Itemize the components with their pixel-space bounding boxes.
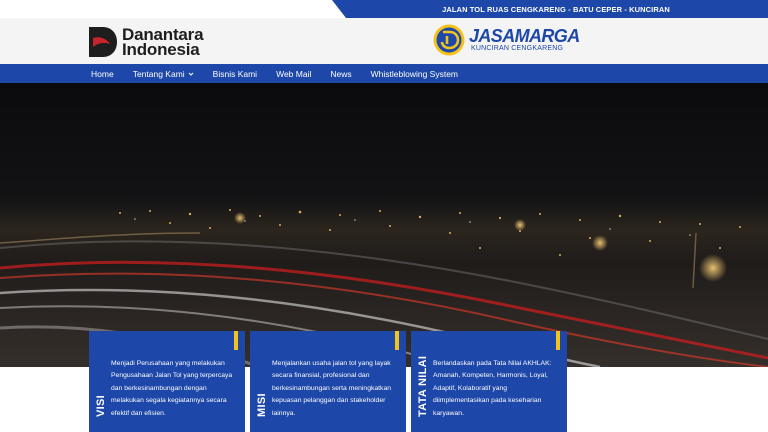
danantara-logo[interactable]: Danantara Indonesia (89, 26, 204, 59)
nav-item-tentang-kami[interactable]: Tentang Kami (133, 69, 194, 79)
nav-item-label: Bisnis Kami (212, 68, 258, 79)
card-text: Berlandaskan pada Tata Nilai AKHLAK: Ama… (433, 360, 552, 417)
card-misi: MISI Menjalankan usaha jalan tol yang la… (250, 331, 406, 432)
card-text: Menjalankan usaha jalan tol yang layak s… (272, 360, 392, 417)
card-text: Menjadi Perusahaan yang melakukan Pengus… (111, 360, 233, 417)
jasamarga-logo[interactable]: JASAMARGA KUNCIRAN CENGKARENG (433, 24, 580, 56)
nav-item-home[interactable]: Home (91, 69, 114, 79)
nav-item-label: News (330, 68, 352, 79)
jasamarga-name: JASAMARGA (469, 26, 580, 46)
jasamarga-emblem-icon (433, 24, 465, 56)
hero-night-highway-image (0, 83, 768, 367)
route-banner: JALAN TOL RUAS CENGKARENG - BATU CEPER -… (332, 0, 768, 18)
main-nav: Home Tentang Kami Bisnis Kami Web Mail N… (0, 64, 768, 83)
card-title: MISI (256, 393, 268, 417)
nav-item-news[interactable]: News (330, 69, 351, 79)
chevron-down-icon (188, 72, 194, 76)
jasamarga-subtitle: KUNCIRAN CENGKARENG (471, 45, 564, 52)
nav-item-bisnis-kami[interactable]: Bisnis Kami (213, 69, 257, 79)
nav-item-label: Whistleblowing System (370, 68, 459, 79)
nav-item-label: Web Mail (276, 68, 312, 79)
card-tata-nilai: TATA NILAI Berlandaskan pada Tata Nilai … (411, 331, 567, 432)
route-banner-text: JALAN TOL RUAS CENGKARENG - BATU CEPER -… (442, 4, 670, 14)
card-accent (556, 331, 560, 350)
danantara-mark-icon (89, 27, 117, 57)
hero-illustration (0, 201, 768, 367)
card-visi: VISI Menjadi Perusahaan yang melakukan P… (89, 331, 245, 432)
card-title: TATA NILAI (417, 355, 429, 417)
danantara-line2: Indonesia (122, 40, 200, 59)
card-title: VISI (95, 395, 107, 417)
nav-item-whistleblowing[interactable]: Whistleblowing System (371, 69, 458, 79)
page: JALAN TOL RUAS CENGKARENG - BATU CEPER -… (0, 0, 768, 432)
nav-item-web-mail[interactable]: Web Mail (276, 69, 311, 79)
nav-item-label: Tentang Kami (132, 68, 185, 79)
card-accent (395, 331, 399, 350)
nav-item-label: Home (91, 68, 114, 79)
card-accent (234, 331, 238, 350)
site-header: Danantara Indonesia JASAMARGA KUNCIRAN C… (0, 18, 768, 64)
